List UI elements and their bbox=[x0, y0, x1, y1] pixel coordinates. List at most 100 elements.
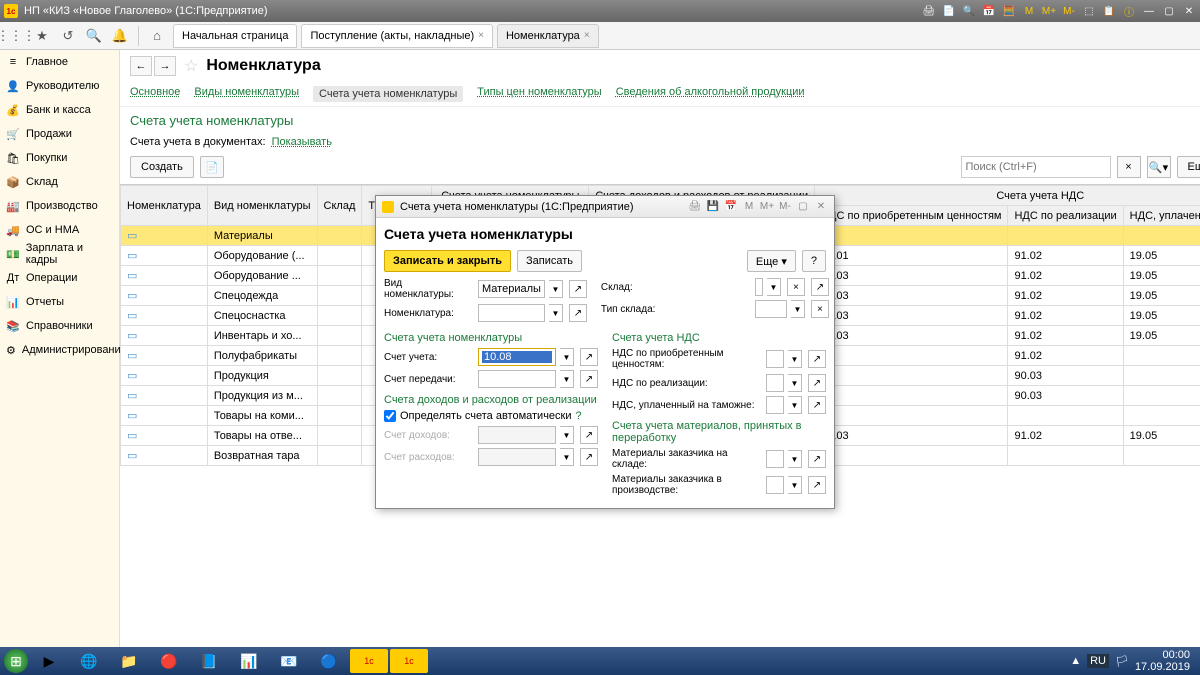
nds-sale-input[interactable] bbox=[766, 374, 784, 392]
link-icon[interactable]: ↗ bbox=[808, 350, 826, 368]
taskbar-app[interactable]: 🔵 bbox=[310, 649, 348, 673]
link-icon[interactable]: ↗ bbox=[580, 370, 598, 388]
tab-nomenclature[interactable]: Номенклатура× bbox=[497, 24, 599, 48]
more-button[interactable]: Еще ▾ bbox=[747, 250, 796, 272]
search-button[interactable]: 🔍▾ bbox=[1147, 156, 1171, 178]
home-icon[interactable]: ⌂ bbox=[145, 24, 169, 48]
link-icon[interactable]: ↗ bbox=[569, 304, 587, 322]
toolbar-icon[interactable]: 📄 bbox=[942, 4, 956, 18]
create-button[interactable]: Создать bbox=[130, 156, 194, 178]
kind-input[interactable]: Материалы bbox=[478, 280, 545, 298]
taskbar-app[interactable]: 📧 bbox=[270, 649, 308, 673]
save-close-button[interactable]: Записать и закрыть bbox=[384, 250, 511, 272]
toolbar-icon[interactable]: M bbox=[1022, 4, 1036, 18]
copy-button[interactable]: 📄 bbox=[200, 156, 224, 178]
toolbar-icon[interactable]: 🖨 bbox=[922, 4, 936, 18]
search-input[interactable] bbox=[961, 156, 1111, 178]
m-minus-icon[interactable]: M- bbox=[778, 200, 792, 214]
maximize-icon[interactable]: ▢ bbox=[1162, 4, 1176, 18]
link-icon[interactable]: ↗ bbox=[808, 396, 826, 414]
sidebar-item[interactable]: ДтОперации bbox=[0, 266, 119, 290]
more-button[interactable]: Еще ▾ bbox=[1177, 156, 1200, 178]
link-icon[interactable]: ↗ bbox=[808, 374, 826, 392]
link-icon[interactable]: ↗ bbox=[580, 348, 598, 366]
clear-icon[interactable]: × bbox=[811, 300, 829, 318]
clear-icon[interactable]: × bbox=[787, 278, 805, 296]
link-icon[interactable]: ↗ bbox=[811, 278, 829, 296]
save-button[interactable]: Записать bbox=[517, 250, 582, 272]
nds-purchase-input[interactable] bbox=[766, 350, 784, 368]
link-icon[interactable]: ↗ bbox=[808, 476, 826, 494]
account-input[interactable]: 10.08 bbox=[478, 348, 556, 366]
close-icon[interactable]: × bbox=[478, 30, 484, 41]
taskbar-app[interactable]: ▶ bbox=[30, 649, 68, 673]
minimize-icon[interactable]: — bbox=[1142, 4, 1156, 18]
chevron-down-icon[interactable]: ▼ bbox=[788, 396, 802, 414]
nds-customs-input[interactable] bbox=[766, 396, 784, 414]
toolbar-icon[interactable]: M+ bbox=[1042, 4, 1056, 18]
chevron-down-icon[interactable]: ▼ bbox=[788, 374, 802, 392]
tab-receipts[interactable]: Поступление (акты, накладные)× bbox=[301, 24, 493, 48]
favorite-icon[interactable]: ☆ bbox=[184, 56, 198, 76]
tray-icon[interactable]: 🏳 bbox=[1115, 655, 1129, 668]
subnav-link[interactable]: Виды номенклатуры bbox=[194, 86, 299, 102]
bell-icon[interactable]: 🔔 bbox=[108, 24, 132, 48]
history-icon[interactable]: ↺ bbox=[56, 24, 80, 48]
toolbar-icon[interactable]: 🔍 bbox=[962, 4, 976, 18]
toolbar-icon[interactable]: 📋 bbox=[1102, 4, 1116, 18]
star-icon[interactable]: ★ bbox=[30, 24, 54, 48]
link-icon[interactable]: ↗ bbox=[808, 450, 826, 468]
save-icon[interactable]: 💾 bbox=[706, 200, 720, 214]
link-icon[interactable]: ↗ bbox=[569, 280, 587, 298]
taskbar-app[interactable]: 1c bbox=[390, 649, 428, 673]
chevron-down-icon[interactable]: ▼ bbox=[791, 300, 805, 318]
sidebar-item[interactable]: ≡Главное bbox=[0, 50, 119, 74]
nomenclature-input[interactable] bbox=[478, 304, 545, 322]
chevron-down-icon[interactable]: ▼ bbox=[549, 304, 563, 322]
docline-link[interactable]: Показывать bbox=[272, 136, 332, 148]
start-button[interactable]: ⊞ bbox=[4, 649, 28, 673]
sidebar-item[interactable]: 📚Справочники bbox=[0, 314, 119, 338]
maximize-icon[interactable]: ▢ bbox=[796, 200, 810, 214]
sidebar-item[interactable]: 💵Зарплата и кадры bbox=[0, 242, 119, 266]
apps-icon[interactable]: ⋮⋮⋮ bbox=[4, 24, 28, 48]
tray-icon[interactable]: ▲ bbox=[1070, 655, 1081, 667]
sidebar-item[interactable]: 🛒Продажи bbox=[0, 122, 119, 146]
subnav-link[interactable]: Типы цен номенклатуры bbox=[477, 86, 601, 102]
sidebar-item[interactable]: ⚙Администрирование bbox=[0, 338, 119, 362]
warehouse-input[interactable] bbox=[755, 278, 763, 296]
forward-button[interactable]: → bbox=[154, 56, 176, 76]
sidebar-item[interactable]: 🚚ОС и НМА bbox=[0, 218, 119, 242]
toolbar-icon[interactable]: 🧮 bbox=[1002, 4, 1016, 18]
search-icon[interactable]: 🔍 bbox=[82, 24, 106, 48]
help-button[interactable]: ? bbox=[802, 250, 826, 272]
taskbar-app[interactable]: 📊 bbox=[230, 649, 268, 673]
sidebar-item[interactable]: 🏭Производство bbox=[0, 194, 119, 218]
sidebar-item[interactable]: 💰Банк и касса bbox=[0, 98, 119, 122]
subnav-link[interactable]: Счета учета номенклатуры bbox=[313, 86, 463, 102]
chevron-down-icon[interactable]: ▼ bbox=[560, 370, 574, 388]
calendar-icon[interactable]: 📅 bbox=[724, 200, 738, 214]
clear-search-button[interactable]: × bbox=[1117, 156, 1141, 178]
close-icon[interactable]: × bbox=[584, 30, 590, 41]
materials-production-input[interactable] bbox=[766, 476, 784, 494]
sidebar-item[interactable]: 🛍Покупки bbox=[0, 146, 119, 170]
chevron-down-icon[interactable]: ▼ bbox=[549, 280, 563, 298]
taskbar-app[interactable]: 🔴 bbox=[150, 649, 188, 673]
taskbar-app[interactable]: 📁 bbox=[110, 649, 148, 673]
auto-accounts-checkbox[interactable] bbox=[384, 410, 396, 422]
info-icon[interactable]: ⓘ bbox=[1122, 4, 1136, 18]
chevron-down-icon[interactable]: ▼ bbox=[560, 348, 574, 366]
toolbar-icon[interactable]: ⬚ bbox=[1082, 4, 1096, 18]
tab-home[interactable]: Начальная страница bbox=[173, 24, 297, 48]
materials-warehouse-input[interactable] bbox=[766, 450, 784, 468]
close-icon[interactable]: ✕ bbox=[814, 200, 828, 214]
taskbar-app[interactable]: 🌐 bbox=[70, 649, 108, 673]
language-indicator[interactable]: RU bbox=[1087, 654, 1109, 668]
chevron-down-icon[interactable]: ▼ bbox=[767, 278, 781, 296]
chevron-down-icon[interactable]: ▼ bbox=[788, 450, 802, 468]
taskbar-app[interactable]: 📘 bbox=[190, 649, 228, 673]
sidebar-item[interactable]: 📊Отчеты bbox=[0, 290, 119, 314]
close-icon[interactable]: ✕ bbox=[1182, 4, 1196, 18]
back-button[interactable]: ← bbox=[130, 56, 152, 76]
